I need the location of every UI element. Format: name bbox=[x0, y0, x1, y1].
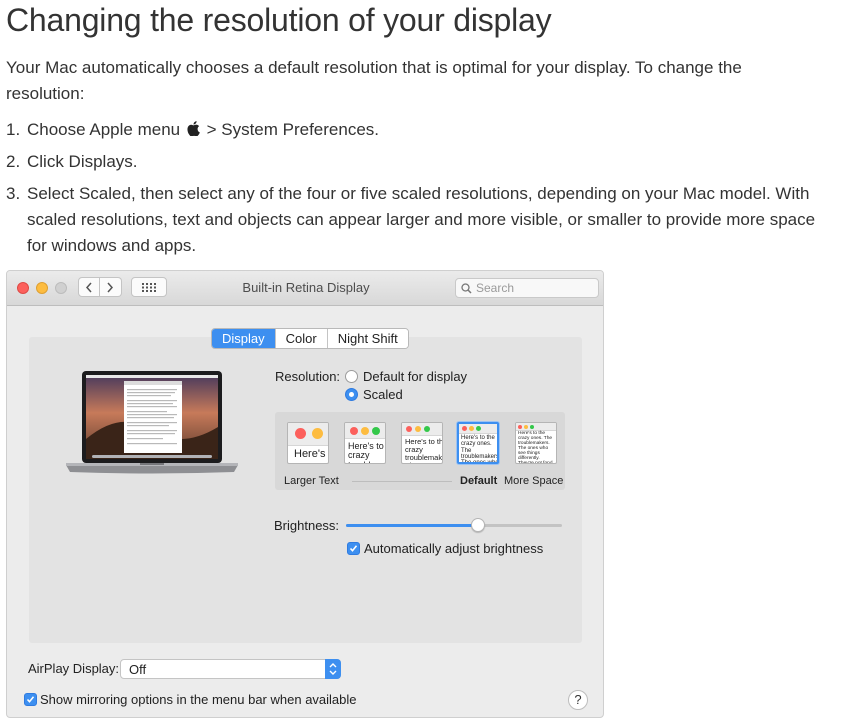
mirroring-options-checkbox[interactable] bbox=[24, 693, 37, 706]
step-2: 2. Click Displays. bbox=[6, 149, 836, 175]
brightness-label: Brightness: bbox=[274, 518, 340, 533]
apple-logo-icon bbox=[187, 121, 200, 136]
step-text: Choose Apple menu bbox=[27, 120, 181, 139]
tab-display[interactable]: Display bbox=[212, 329, 275, 348]
step-text-after: > System Preferences. bbox=[206, 120, 380, 139]
brightness-slider-fill bbox=[346, 524, 478, 527]
step-number: 1. bbox=[6, 120, 21, 139]
more-space-label: More Space bbox=[504, 475, 564, 487]
help-button[interactable]: ? bbox=[568, 690, 588, 710]
airplay-display-select[interactable]: Off bbox=[120, 659, 341, 679]
scale-divider bbox=[352, 481, 452, 482]
step-text: Click Displays. bbox=[27, 152, 138, 171]
airplay-display-label: AirPlay Display: bbox=[28, 661, 120, 676]
brightness-slider-knob[interactable] bbox=[471, 518, 485, 532]
search-placeholder: Search bbox=[476, 281, 515, 295]
step-number: 2. bbox=[6, 152, 21, 171]
scale-preview-text: Here's bbox=[294, 448, 326, 460]
tab-bar: Display Color Night Shift bbox=[211, 328, 409, 349]
scale-option-more-space[interactable]: Here's to the crazy ones. The troublemak… bbox=[515, 422, 557, 464]
step-3: 3. Select Scaled, then select any of the… bbox=[6, 181, 836, 259]
auto-brightness-checkbox[interactable] bbox=[347, 542, 360, 555]
displays-preferences-window: Built-in Retina Display Search Display C… bbox=[6, 270, 604, 718]
checkmark-icon bbox=[26, 696, 35, 703]
scale-preview-text: Here's to the crazy ones. The troublemak… bbox=[461, 435, 499, 464]
scale-option-default[interactable]: Here's to the crazy ones. The troublemak… bbox=[457, 422, 499, 464]
step-number: 3. bbox=[6, 184, 21, 203]
larger-text-label: Larger Text bbox=[284, 475, 339, 487]
scale-preview-text: Here's to the crazy troublemakers. bbox=[348, 441, 385, 463]
scaled-resolution-radio[interactable] bbox=[345, 388, 358, 401]
default-resolution-radio[interactable] bbox=[345, 370, 358, 383]
airplay-display-value: Off bbox=[129, 662, 147, 677]
steps-list: 1. Choose Apple menu > System Preference… bbox=[6, 117, 836, 259]
default-scale-label: Default bbox=[460, 475, 498, 487]
intro-text: Your Mac automatically chooses a default… bbox=[6, 58, 742, 103]
scale-option-2[interactable]: Here's to the crazy troublemakers. bbox=[344, 422, 386, 464]
scale-option-3[interactable]: Here's to the crazy troublemakers. The o… bbox=[401, 422, 443, 464]
scaled-resolution-label[interactable]: Scaled bbox=[363, 387, 403, 402]
scale-preview-text: Here's to the crazy troublemakers. The o… bbox=[405, 437, 443, 463]
brightness-slider[interactable] bbox=[346, 518, 562, 532]
auto-brightness-label[interactable]: Automatically adjust brightness bbox=[364, 541, 543, 556]
search-field[interactable]: Search bbox=[455, 278, 599, 298]
window-titlebar: Built-in Retina Display Search bbox=[7, 271, 603, 306]
select-arrows bbox=[325, 659, 341, 679]
step-1: 1. Choose Apple menu > System Preference… bbox=[6, 117, 836, 143]
tab-night-shift[interactable]: Night Shift bbox=[326, 329, 408, 348]
mirroring-options-label[interactable]: Show mirroring options in the menu bar w… bbox=[40, 692, 357, 707]
scale-option-larger-text[interactable]: Here's bbox=[287, 422, 329, 464]
search-icon bbox=[461, 283, 472, 294]
page-title: Changing the resolution of your display bbox=[6, 2, 552, 38]
resolution-label: Resolution: bbox=[275, 369, 341, 384]
step-text: Select Scaled, then select any of the fo… bbox=[27, 184, 816, 255]
up-down-chevron-icon bbox=[329, 663, 337, 675]
scale-preview-text: Here's to the crazy ones. The troublemak… bbox=[518, 431, 553, 464]
checkmark-icon bbox=[349, 545, 358, 552]
macbook-illustration bbox=[66, 371, 238, 474]
default-resolution-label[interactable]: Default for display bbox=[363, 369, 467, 384]
tab-color[interactable]: Color bbox=[274, 329, 327, 348]
